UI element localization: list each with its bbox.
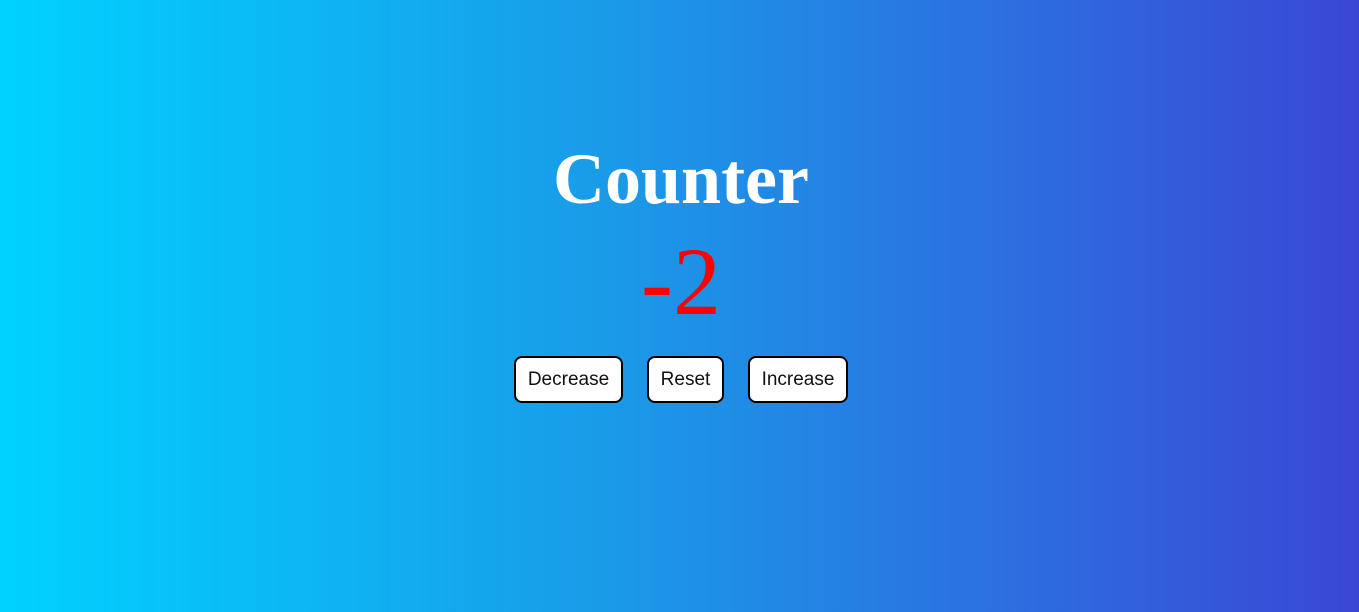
page-title: Counter [553, 139, 809, 219]
counter-app: Counter -2 Decrease Reset Increase [0, 0, 1359, 612]
decrease-button[interactable]: Decrease [514, 356, 623, 403]
increase-button[interactable]: Increase [748, 356, 848, 403]
reset-button[interactable]: Reset [647, 356, 724, 403]
counter-value: -2 [641, 228, 721, 335]
